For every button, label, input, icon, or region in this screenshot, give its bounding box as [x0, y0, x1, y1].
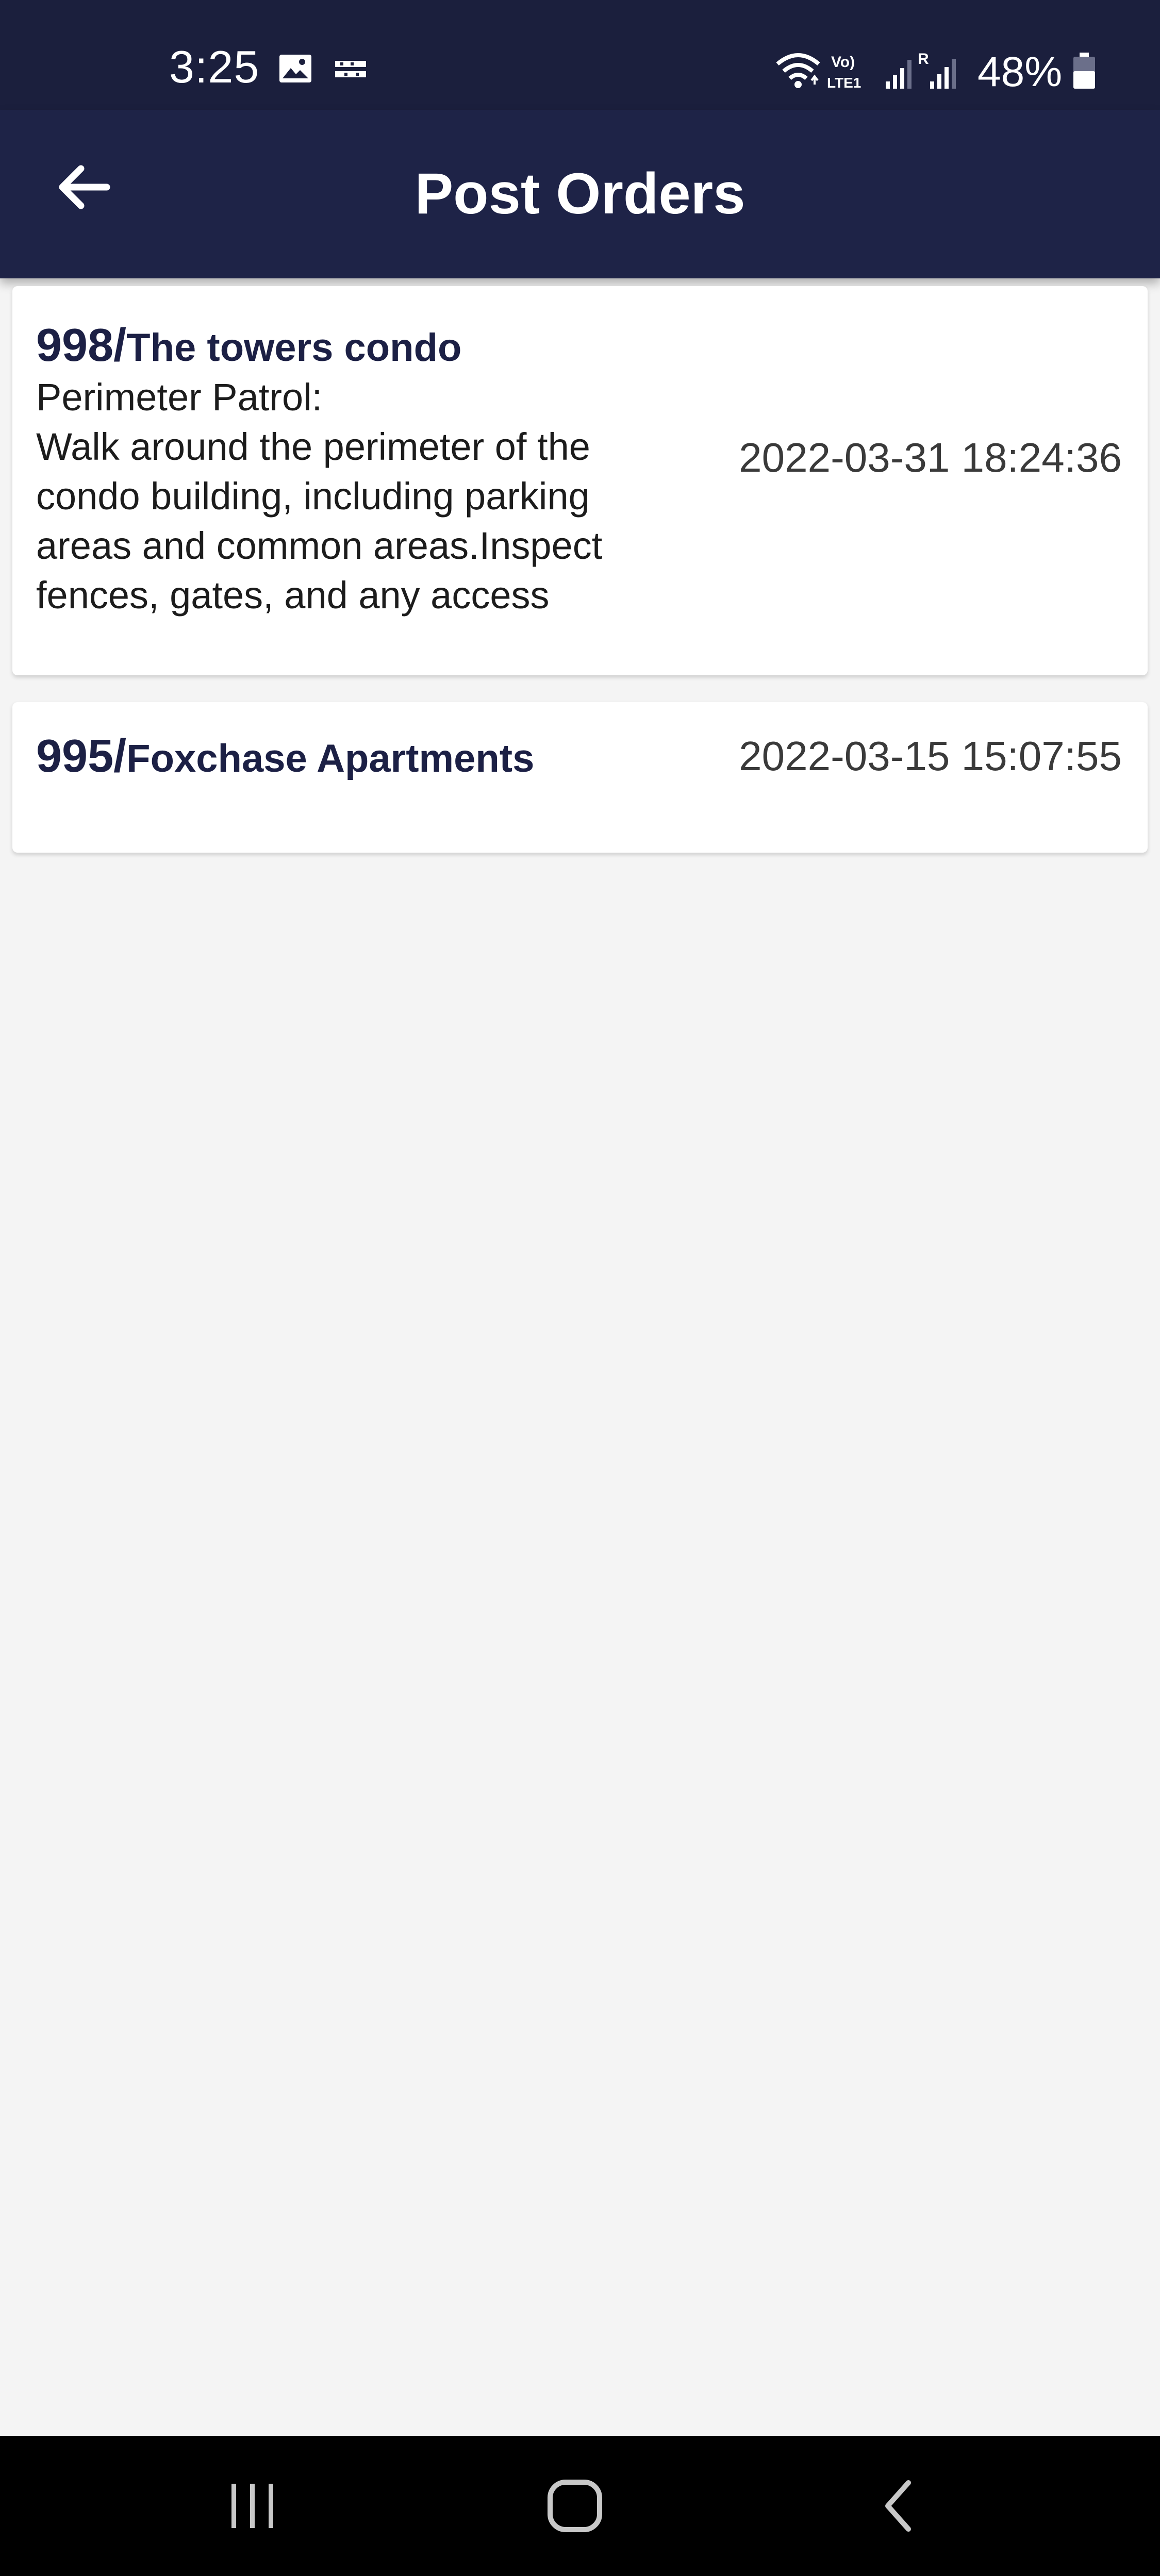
svg-text:R: R [918, 51, 929, 68]
battery-percentage: 48% [977, 48, 1063, 95]
home-icon [548, 2480, 602, 2532]
post-order-number: 995/ [36, 730, 127, 782]
volte-icon: Vo) LTE1 [827, 54, 861, 91]
post-order-card[interactable]: 998/The towers condo Perimeter Patrol: W… [12, 286, 1148, 675]
status-time: 3:25 [169, 41, 260, 92]
wifi-icon [776, 53, 820, 88]
status-bar: 3:25 Vo) LTE1 R 48% [0, 0, 1160, 110]
post-order-card[interactable]: 995/Foxchase Apartments 2022-03-15 15:07… [12, 702, 1148, 853]
post-order-site-name: Foxchase Apartments [126, 737, 535, 780]
post-order-site-name: The towers condo [126, 326, 462, 370]
post-order-datetime: 2022-03-31 18:24:36 [739, 435, 1122, 480]
post-order-title: 995/Foxchase Apartments [36, 728, 534, 798]
network-status-icons: Vo) LTE1 R [776, 51, 956, 91]
app-bar: Post Orders [0, 110, 1160, 278]
roaming-signal-icon: R [918, 51, 956, 89]
home-button[interactable] [531, 2465, 619, 2547]
post-order-description: Perimeter Patrol: Walk around the perime… [36, 376, 603, 617]
recents-button[interactable] [209, 2465, 296, 2547]
back-icon [885, 2480, 911, 2532]
post-order-number: 998/ [36, 320, 127, 371]
tata-play-icon [335, 61, 366, 77]
signal-icon [886, 60, 912, 89]
post-order-datetime: 2022-03-15 15:07:55 [739, 733, 1122, 779]
page-title: Post Orders [415, 161, 745, 226]
system-back-button[interactable] [856, 2465, 943, 2547]
image-icon [279, 55, 311, 82]
svg-text:Vo): Vo) [831, 54, 855, 71]
system-navigation-bar [0, 2436, 1160, 2576]
recents-icon [231, 2484, 273, 2528]
battery-icon [1073, 53, 1095, 89]
svg-text:LTE1: LTE1 [827, 75, 861, 91]
